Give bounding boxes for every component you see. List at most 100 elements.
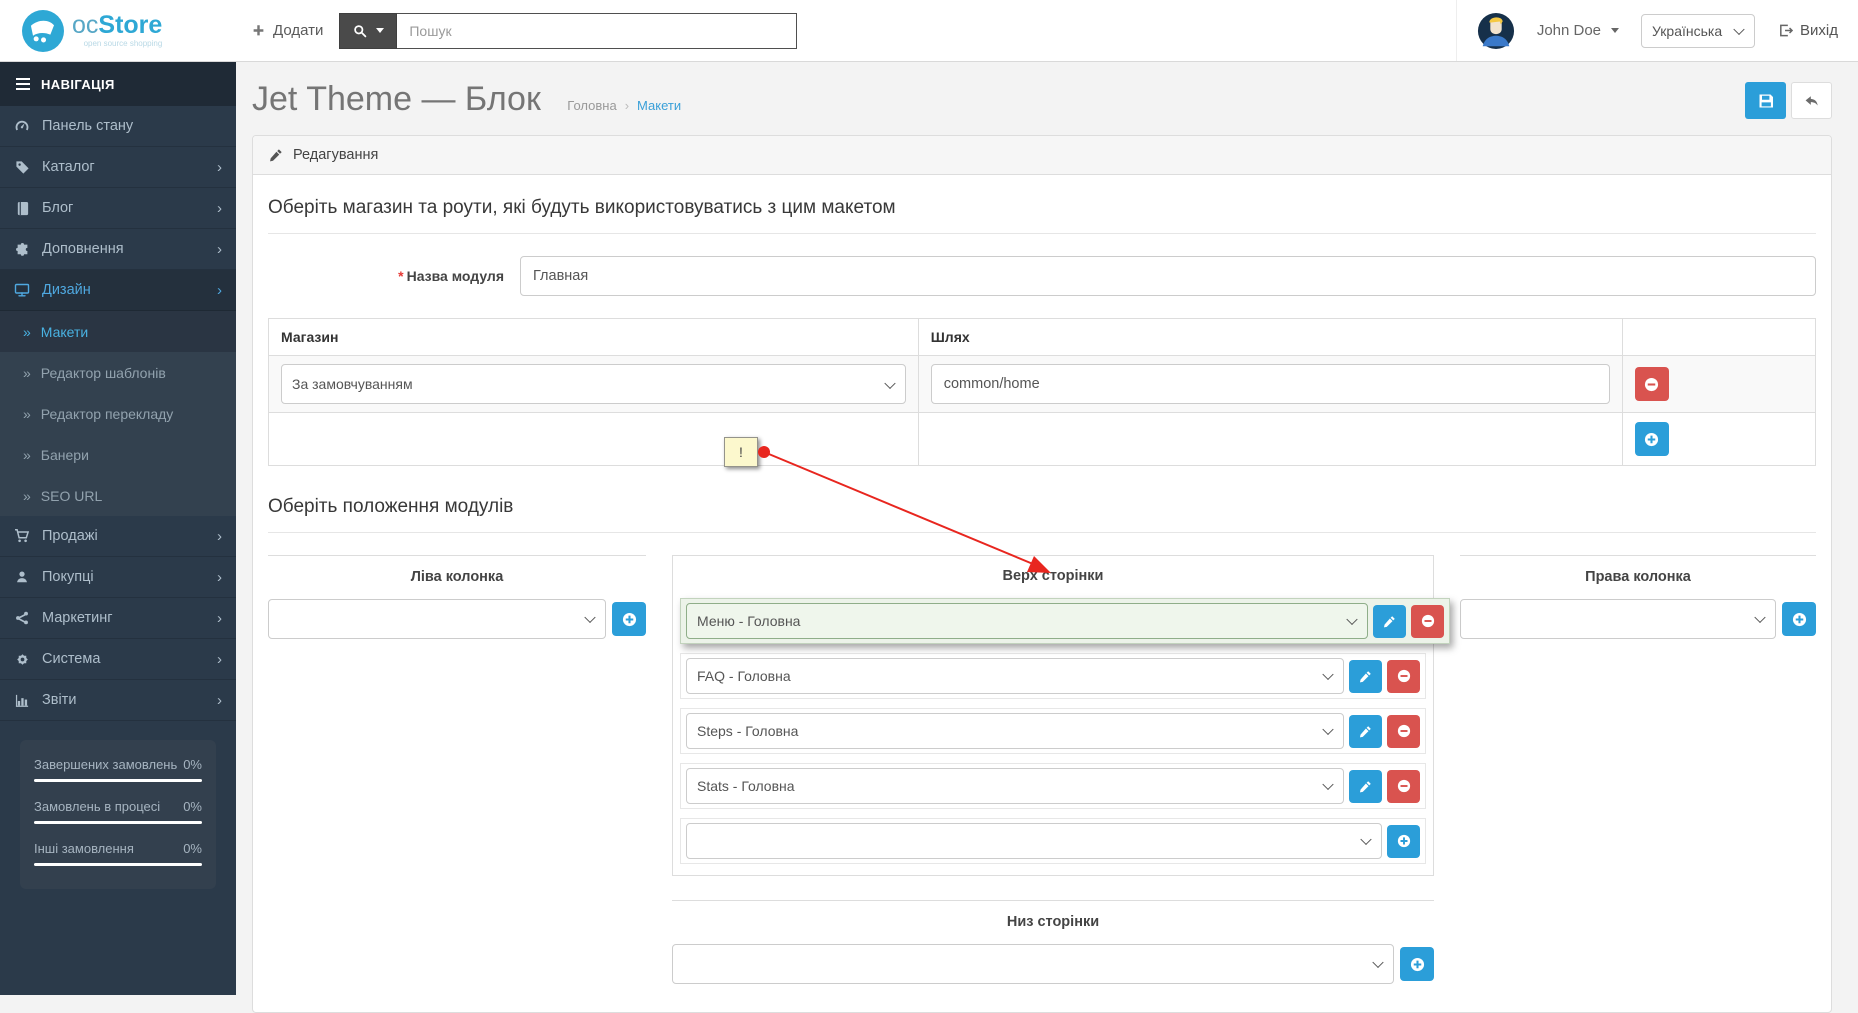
submenu-item-banners[interactable]: » Банери [0, 434, 236, 475]
plus-circle-icon [621, 611, 637, 627]
save-button[interactable] [1745, 82, 1786, 119]
plus-circle-icon [1409, 956, 1425, 972]
sidebar-item-marketing[interactable]: Маркетинг › [0, 598, 236, 639]
route-column-header: Шлях [918, 319, 1622, 356]
search-group [339, 13, 797, 49]
add-button[interactable]: Додати [250, 22, 323, 39]
progress-bar [34, 779, 202, 782]
right-column-add-button[interactable] [1782, 602, 1816, 636]
top-module-select[interactable]: FAQ - Головна [686, 658, 1344, 694]
remove-module-button[interactable] [1387, 660, 1420, 693]
submenu-item-seo-url[interactable]: » SEO URL [0, 475, 236, 516]
bottom-module-select[interactable] [672, 944, 1394, 984]
divider [268, 555, 646, 556]
top-module-select-new[interactable] [686, 823, 1382, 859]
submenu-item-layouts[interactable]: » Макети [0, 311, 236, 352]
store-select[interactable]: За замовчуванням [281, 364, 906, 404]
module-row-dragged[interactable]: Меню - Головна [680, 598, 1450, 644]
sidebar-item-extensions[interactable]: Доповнення › [0, 229, 236, 270]
store-routes-table: Магазин Шлях За замовчуванням [268, 318, 1816, 466]
hamburger-icon [15, 76, 31, 92]
order-stats-box: Завершених замовлень 0% Замовлень в проц… [20, 740, 216, 889]
remove-module-button[interactable] [1387, 770, 1420, 803]
edit-module-button[interactable] [1349, 660, 1382, 693]
share-icon [14, 610, 30, 626]
user-menu[interactable]: John Doe [1537, 22, 1619, 39]
required-asterisk: * [398, 268, 403, 284]
left-column-module-select[interactable] [268, 599, 606, 639]
submenu-item-language-editor[interactable]: » Редактор перекладу [0, 393, 236, 434]
progress-bar [34, 821, 202, 824]
sidebar-item-design[interactable]: Дизайн › [0, 270, 236, 311]
module-name-label: *Назва модуля [268, 268, 520, 284]
chevron-right-icon: › [217, 693, 222, 708]
panel-heading: Редагування [253, 136, 1831, 175]
store-section-title: Оберіть магазин та роути, які будуть вик… [268, 193, 1816, 234]
left-column-add-button[interactable] [612, 602, 646, 636]
add-route-button[interactable] [1635, 422, 1669, 456]
user-name: John Doe [1537, 22, 1601, 39]
sidebar: НАВІГАЦІЯ Панель стану Каталог › Бл [0, 62, 236, 995]
edit-module-button[interactable] [1349, 770, 1382, 803]
plus-circle-icon [1396, 833, 1412, 849]
module-name-row: *Назва модуля [268, 256, 1816, 296]
chevron-right-icon: › [217, 242, 222, 257]
caret-down-icon [1611, 28, 1619, 33]
sidebar-item-catalog[interactable]: Каталог › [0, 147, 236, 188]
chevron-right-icon: › [217, 570, 222, 585]
top-module-select[interactable]: Меню - Головна [686, 603, 1368, 639]
sidebar-nav-header: НАВІГАЦІЯ [0, 62, 236, 106]
sidebar-item-system[interactable]: Система › [0, 639, 236, 680]
bottom-add-button[interactable] [1400, 947, 1434, 981]
sidebar-item-blog[interactable]: Блог › [0, 188, 236, 229]
breadcrumb-home[interactable]: Головна [567, 98, 616, 113]
stat-value: 0% [183, 757, 202, 772]
submenu-item-template-editor[interactable]: » Редактор шаблонів [0, 352, 236, 393]
sidebar-item-dashboard[interactable]: Панель стану [0, 106, 236, 147]
progress-bar [34, 863, 202, 866]
pencil-icon [1358, 723, 1374, 739]
remove-module-button[interactable] [1387, 715, 1420, 748]
top-module-select[interactable]: Stats - Головна [686, 768, 1344, 804]
search-icon [352, 23, 368, 39]
sidebar-item-customers[interactable]: Покупці › [0, 557, 236, 598]
sidebar-item-sales[interactable]: Продажі › [0, 516, 236, 557]
search-button[interactable] [339, 13, 397, 49]
stat-other-orders: Інші замовлення 0% [34, 841, 202, 866]
module-name-input[interactable] [520, 256, 1816, 296]
route-input[interactable] [931, 364, 1610, 404]
design-submenu: » Макети » Редактор шаблонів » Редактор … [0, 311, 236, 516]
top-module-select[interactable]: Steps - Головна [686, 713, 1344, 749]
table-row [269, 413, 1816, 466]
plus-circle-icon [1791, 611, 1807, 627]
chevron-right-icon: › [217, 611, 222, 626]
logout-button[interactable]: Вихід [1777, 22, 1838, 39]
top-box-title: Верх сторінки [680, 556, 1426, 584]
add-module-button[interactable] [1387, 825, 1420, 858]
edit-module-button[interactable] [1349, 715, 1382, 748]
remove-module-button[interactable] [1411, 605, 1444, 638]
chevron-right-icon: › [217, 652, 222, 667]
back-button[interactable] [1791, 82, 1832, 119]
stat-processing-orders: Замовлень в процесі 0% [34, 799, 202, 824]
puzzle-icon [14, 241, 30, 257]
user-avatar[interactable] [1477, 12, 1515, 50]
pencil-icon [1358, 778, 1374, 794]
double-chevron-icon: » [23, 365, 31, 381]
sidebar-item-reports[interactable]: Звіти › [0, 680, 236, 721]
search-input[interactable] [397, 13, 797, 49]
brand-logo[interactable]: ocStore open source shopping [0, 0, 236, 61]
breadcrumb-current[interactable]: Макети [637, 98, 681, 113]
language-select[interactable]: Українська [1641, 14, 1755, 48]
minus-circle-icon [1420, 613, 1436, 629]
plus-circle-icon [1644, 431, 1660, 447]
plus-icon [250, 23, 266, 39]
chevron-right-icon: › [217, 283, 222, 298]
top-bar: ocStore open source shopping Додати Joh [0, 0, 1858, 62]
divider [1460, 555, 1816, 556]
remove-route-button[interactable] [1635, 367, 1669, 401]
annotation-note: ! [724, 437, 758, 467]
right-column-module-select[interactable] [1460, 599, 1776, 639]
edit-module-button[interactable] [1373, 605, 1406, 638]
gear-icon [14, 651, 30, 667]
